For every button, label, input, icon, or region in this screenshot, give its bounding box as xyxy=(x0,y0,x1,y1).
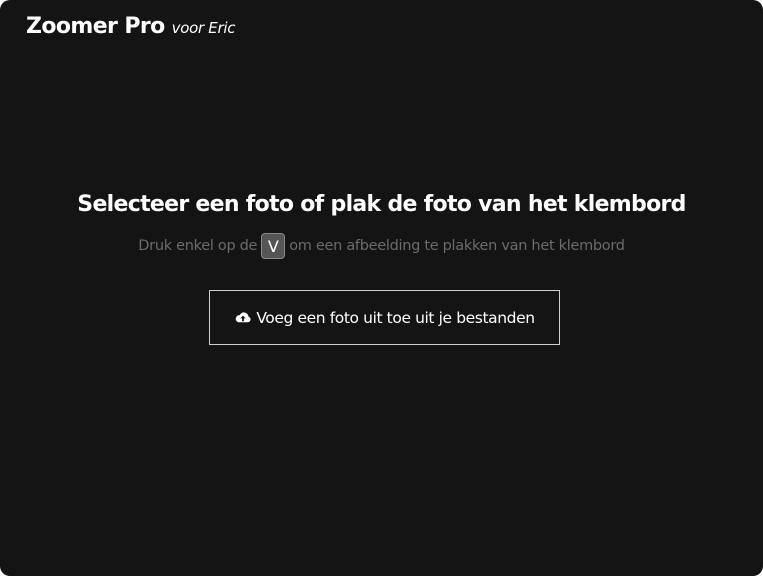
app-window: Zoomer Pro voor Eric Selecteer een foto … xyxy=(0,0,763,576)
upload-button-label: Voeg een foto uit toe uit je bestanden xyxy=(256,308,535,327)
hint-text-after: om een afbeelding te plakken van het kle… xyxy=(289,238,625,254)
cloud-upload-icon xyxy=(234,311,252,325)
page-title: Selecteer een foto of plak de foto van h… xyxy=(77,192,686,217)
app-header: Zoomer Pro voor Eric xyxy=(26,14,235,39)
keyboard-key-v: V xyxy=(261,233,286,259)
drop-zone: Selecteer een foto of plak de foto van h… xyxy=(0,192,763,259)
upload-photo-button[interactable]: Voeg een foto uit toe uit je bestanden xyxy=(209,290,560,345)
app-title: Zoomer Pro xyxy=(26,14,165,39)
app-subtitle: voor Eric xyxy=(171,19,236,37)
paste-hint: Druk enkel op de V om een afbeelding te … xyxy=(0,233,763,259)
hint-text-before: Druk enkel op de xyxy=(138,238,258,254)
